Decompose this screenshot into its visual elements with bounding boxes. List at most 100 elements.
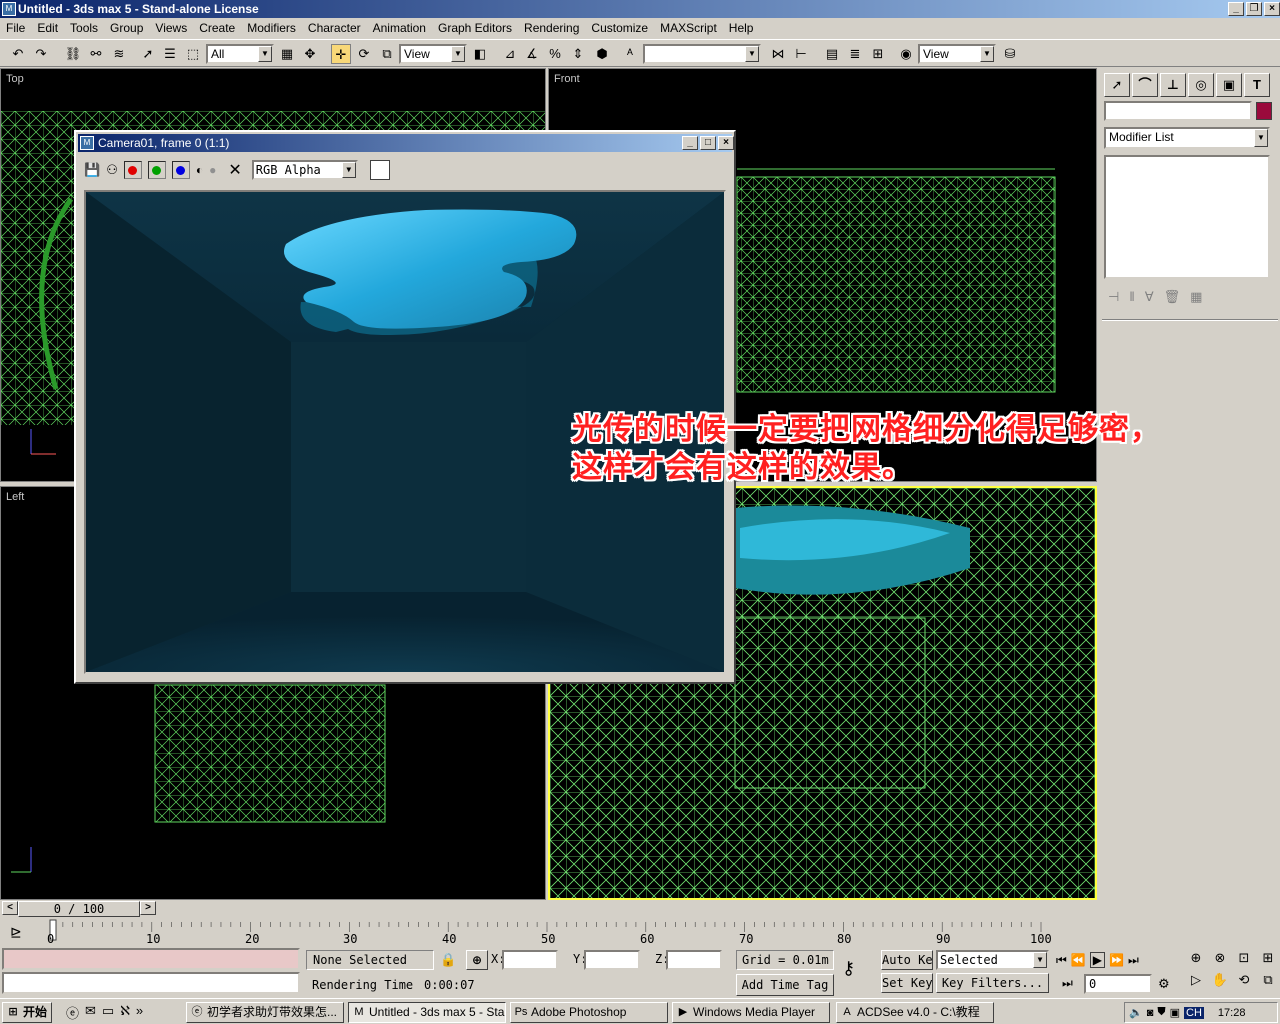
select-and-scale-icon[interactable]: ⧉ — [377, 44, 397, 64]
background-color-swatch[interactable] — [369, 160, 390, 180]
undo-icon[interactable]: ↶ — [8, 44, 28, 64]
pivot-center-icon[interactable]: ◧ — [470, 44, 490, 64]
menu-create[interactable]: Create — [193, 21, 241, 35]
tray-app-icon[interactable]: ▣ — [1170, 1006, 1180, 1019]
named-selection-icon[interactable]: ᴬ — [620, 44, 640, 64]
percent-snap-icon[interactable]: % — [545, 44, 565, 64]
clone-frame-icon[interactable]: ⚇ — [106, 162, 118, 178]
align-icon[interactable]: ⊢ — [791, 44, 811, 64]
x-coordinate-field[interactable] — [502, 950, 558, 970]
antivirus-icon[interactable]: ⛊ — [1157, 1006, 1165, 1019]
field-of-view-icon[interactable]: ▷ — [1184, 972, 1208, 994]
next-frame-icon[interactable]: > — [140, 901, 156, 915]
track-bar[interactable]: ⊵ 0 10 20 30 40 50 60 70 80 90 100 — [0, 918, 1098, 946]
go-to-start-icon[interactable]: ⏮ — [1056, 953, 1067, 968]
task-acdsee[interactable]: A ACDSee v4.0 - C:\教程 — [836, 1002, 994, 1023]
pin-stack-icon[interactable]: ⊣ — [1108, 289, 1119, 307]
menu-graph-editors[interactable]: Graph Editors — [432, 21, 518, 35]
modifier-list-dropdown[interactable]: Modifier List ▼ — [1104, 127, 1270, 149]
display-tab-icon[interactable]: ▣ — [1216, 73, 1242, 97]
menu-animation[interactable]: Animation — [367, 21, 432, 35]
unlink-icon[interactable]: ⚯ — [86, 44, 106, 64]
snap-toggle-icon[interactable]: ⊿ — [500, 44, 520, 64]
show-end-result-icon[interactable]: ‖ — [1129, 289, 1134, 307]
red-channel-icon[interactable] — [123, 161, 142, 179]
select-icon[interactable]: ➚ — [138, 44, 158, 64]
select-and-rotate-icon[interactable]: ⟳ — [354, 44, 374, 64]
key-filters-button[interactable]: Key Filters... — [936, 973, 1049, 993]
curve-editor-icon[interactable]: ≣ — [845, 44, 865, 64]
start-button[interactable]: ⊞ 开始 — [2, 1002, 52, 1023]
menu-character[interactable]: Character — [302, 21, 367, 35]
quick-render-icon[interactable]: ⛁ — [1000, 44, 1020, 64]
link-icon[interactable]: ⛓ — [63, 44, 83, 64]
render-view-dropdown[interactable]: View ▼ — [918, 44, 996, 64]
key-mode-dropdown[interactable]: Selected ▼ — [936, 950, 1049, 970]
set-key-button[interactable]: Set Key — [881, 973, 933, 993]
green-channel-icon[interactable] — [147, 161, 166, 179]
maximize-icon[interactable]: □ — [700, 136, 716, 150]
restore-icon[interactable]: ❐ — [1246, 2, 1262, 16]
remove-modifier-icon[interactable]: 🗑 — [1164, 289, 1181, 307]
go-to-end-icon[interactable]: ⏭ — [1128, 953, 1139, 968]
lock-selection-icon[interactable]: 🔒 — [440, 952, 456, 968]
selection-filter-dropdown[interactable]: All ▼ — [206, 44, 274, 64]
arc-rotate-icon[interactable]: ⟲ — [1232, 972, 1256, 994]
select-by-name-icon[interactable]: ☰ — [160, 44, 180, 64]
show-desktop-icon[interactable]: ▭ — [102, 1003, 114, 1022]
mirror-icon[interactable]: ⋈ — [768, 44, 788, 64]
menu-tools[interactable]: Tools — [64, 21, 104, 35]
close-icon[interactable]: × — [1264, 2, 1280, 16]
maximize-viewport-icon[interactable]: ⧉ — [1256, 972, 1280, 994]
prev-frame-icon[interactable]: < — [2, 901, 18, 915]
app-shortcut-icon[interactable]: ℵ — [120, 1003, 130, 1022]
modifier-stack[interactable] — [1104, 155, 1270, 279]
task-photoshop[interactable]: Ps Adobe Photoshop — [510, 1002, 668, 1023]
menu-rendering[interactable]: Rendering — [518, 21, 585, 35]
object-name-field[interactable] — [1104, 101, 1252, 121]
menu-views[interactable]: Views — [149, 21, 193, 35]
alpha-channel-icon[interactable]: ◐ — [196, 163, 203, 177]
blue-channel-icon[interactable] — [171, 161, 190, 179]
save-bitmap-icon[interactable]: 💾 — [84, 162, 100, 178]
select-move-icon[interactable]: ✥ — [300, 44, 320, 64]
edit-named-selection-icon[interactable]: ⬢ — [592, 44, 612, 64]
track-view-icon[interactable]: ▤ — [822, 44, 842, 64]
utilities-tab-icon[interactable]: T — [1244, 73, 1270, 97]
named-selection-dropdown[interactable]: ▼ — [643, 44, 761, 64]
language-indicator[interactable]: CH — [1184, 1006, 1204, 1019]
key-mode-toggle-icon[interactable]: ⏭ — [1062, 976, 1073, 991]
more-icon[interactable]: » — [136, 1003, 143, 1022]
menu-file[interactable]: File — [0, 21, 31, 35]
outlook-icon[interactable]: ✉ — [85, 1003, 96, 1022]
menu-group[interactable]: Group — [104, 21, 149, 35]
motion-tab-icon[interactable]: ◎ — [1188, 73, 1214, 97]
redo-icon[interactable]: ↷ — [31, 44, 51, 64]
maxscript-listener-mini[interactable] — [2, 948, 300, 970]
previous-key-icon[interactable]: ⏪ — [1071, 953, 1086, 967]
add-time-tag-button[interactable]: Add Time Tag — [736, 974, 834, 996]
time-configuration-icon[interactable]: ⚙ — [1158, 976, 1170, 992]
reference-coordinate-dropdown[interactable]: View ▼ — [399, 44, 467, 64]
maxscript-input[interactable] — [2, 972, 300, 994]
menu-maxscript[interactable]: MAXScript — [654, 21, 723, 35]
close-icon[interactable]: × — [718, 136, 734, 150]
configure-sets-icon[interactable]: ▦ — [1190, 289, 1202, 307]
zoom-extents-all-icon[interactable]: ⊞ — [1256, 950, 1280, 972]
region-select-icon[interactable]: ⬚ — [183, 44, 203, 64]
set-key-icon[interactable]: ⚷ — [842, 958, 855, 979]
bind-space-warp-icon[interactable]: ≋ — [109, 44, 129, 64]
zoom-extents-icon[interactable]: ⊡ — [1232, 950, 1256, 972]
modify-tab-icon[interactable]: ⌒ — [1132, 73, 1158, 97]
create-tab-icon[interactable]: ➚ — [1104, 73, 1130, 97]
network-icon[interactable]: ◙ — [1147, 1007, 1154, 1019]
zoom-all-icon[interactable]: ⊗ — [1208, 950, 1232, 972]
monochrome-icon[interactable]: ● — [209, 163, 216, 177]
current-frame-field[interactable]: 0 — [1084, 974, 1152, 994]
task-browser[interactable]: ⓔ 初学者求助灯带效果怎... — [186, 1002, 344, 1023]
angle-snap-icon[interactable]: ∡ — [522, 44, 542, 64]
window-crossing-icon[interactable]: ▦ — [277, 44, 297, 64]
zoom-icon[interactable]: ⊕ — [1184, 950, 1208, 972]
z-coordinate-field[interactable] — [666, 950, 722, 970]
task-3dsmax[interactable]: M Untitled - 3ds max 5 - Sta... — [348, 1002, 506, 1023]
